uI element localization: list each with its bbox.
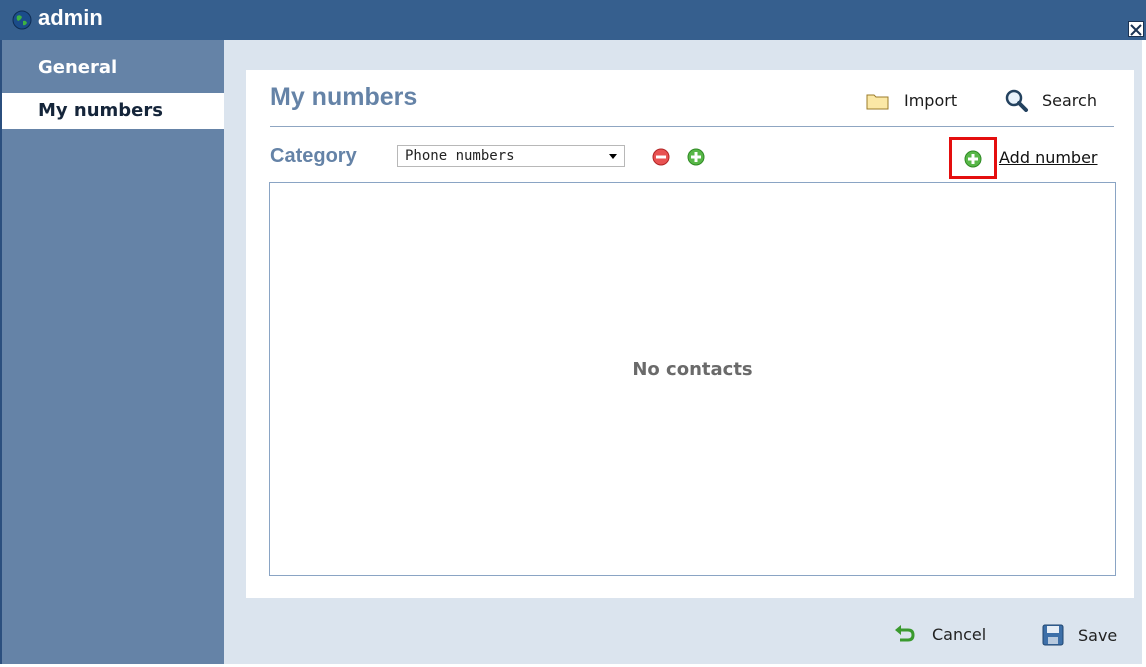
page-title: My numbers (270, 83, 418, 111)
title-bar: admin (0, 0, 1146, 40)
header-divider (270, 126, 1114, 127)
minus-circle-icon (652, 148, 670, 166)
cancel-label: Cancel (932, 624, 987, 644)
close-button[interactable] (1128, 21, 1144, 37)
search-button[interactable]: Search (1004, 88, 1097, 112)
cancel-button[interactable]: Cancel (894, 624, 986, 644)
sidebar: General My numbers (2, 40, 224, 664)
category-label: Category (270, 145, 357, 167)
search-label: Search (1042, 90, 1097, 110)
contacts-list: No contacts (269, 182, 1116, 576)
add-category-button[interactable] (686, 147, 706, 167)
undo-arrow-icon (894, 624, 916, 644)
folder-icon (866, 92, 890, 110)
empty-message: No contacts (632, 359, 753, 380)
import-button[interactable]: Import (866, 91, 957, 110)
chevron-down-icon (609, 154, 617, 159)
save-label: Save (1078, 625, 1118, 645)
save-button[interactable]: Save (1042, 624, 1117, 646)
category-select[interactable]: Phone numbers (397, 145, 625, 167)
plus-circle-icon (964, 150, 982, 168)
add-number-link[interactable]: Add number (999, 148, 1098, 167)
import-label: Import (904, 91, 958, 110)
category-select-value: Phone numbers (405, 148, 515, 164)
sidebar-item-my-numbers[interactable]: My numbers (2, 93, 224, 129)
search-icon (1004, 88, 1030, 112)
add-number-icon[interactable] (963, 149, 983, 169)
globe-icon (12, 10, 32, 30)
floppy-disk-icon (1042, 624, 1064, 646)
close-icon (1130, 24, 1142, 36)
window-title: admin (38, 5, 103, 30)
sidebar-item-general[interactable]: General (2, 55, 224, 83)
remove-category-button[interactable] (651, 147, 671, 167)
plus-circle-icon (687, 148, 705, 166)
